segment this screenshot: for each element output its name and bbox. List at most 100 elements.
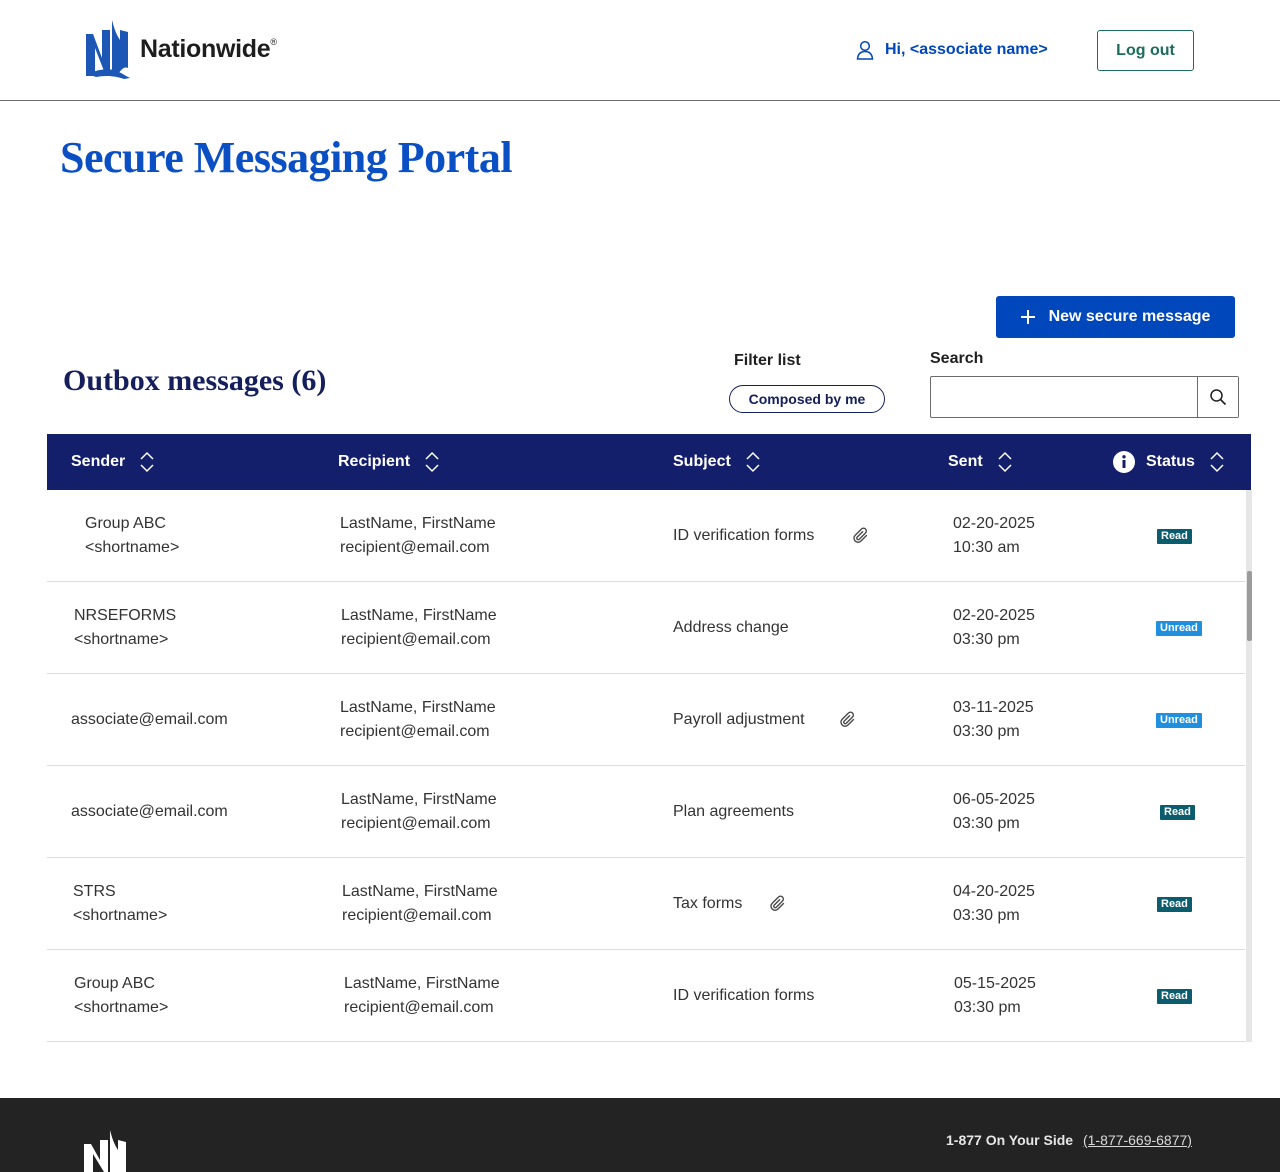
eagle-logo-icon: [86, 20, 130, 79]
status-badge: Read: [1157, 897, 1192, 912]
subject-cell[interactable]: ID verification forms: [673, 524, 814, 548]
sender-cell: Group ABC <shortname>: [85, 512, 179, 560]
search-icon: [1210, 389, 1227, 406]
scrollbar-thumb[interactable]: [1247, 571, 1252, 641]
status-badge: Read: [1160, 805, 1195, 820]
subject-text: ID verification forms: [673, 987, 815, 1004]
table-row[interactable]: NRSEFORMS <shortname> LastName, FirstName r…: [47, 582, 1245, 674]
sent-cell-line: 03:30 pm: [953, 723, 1020, 740]
recipient-cell: LastName, FirstName recipient@email.com: [340, 512, 496, 560]
sort-icon[interactable]: [424, 450, 440, 474]
sender-cell-line: <shortname>: [74, 631, 169, 648]
paperclip-icon: [853, 527, 868, 543]
info-icon[interactable]: [1112, 450, 1136, 474]
search-label: Search: [930, 350, 984, 367]
sent-cell-line: 06-05-2025: [953, 791, 1035, 808]
logout-button[interactable]: Log out: [1097, 30, 1194, 71]
sender-cell-line: STRS: [73, 883, 116, 900]
sent-cell: 03-11-2025 03:30 pm: [953, 696, 1034, 744]
recipient-cell: LastName, FirstName recipient@email.com: [340, 696, 496, 744]
sender-cell-line: Group ABC: [74, 975, 155, 992]
subject-cell[interactable]: Payroll adjustment: [673, 708, 805, 732]
sent-cell-line: 03:30 pm: [953, 631, 1020, 648]
sent-cell-line: 02-20-2025: [953, 607, 1035, 624]
column-header-status[interactable]: Status: [1112, 434, 1225, 490]
outbox-title: Outbox messages (6): [63, 364, 327, 397]
column-label-recipient: Recipient: [338, 453, 411, 470]
recipient-cell-line: LastName, FirstName: [340, 515, 496, 532]
search-button[interactable]: [1197, 377, 1238, 417]
sent-cell-line: 04-20-2025: [953, 883, 1035, 900]
sent-cell-line: 05-15-2025: [954, 975, 1036, 992]
sort-icon[interactable]: [745, 450, 761, 474]
subject-cell[interactable]: ID verification forms: [673, 984, 814, 1008]
sender-cell-line: associate@email.com: [71, 711, 228, 728]
recipient-cell: LastName, FirstName recipient@email.com: [341, 604, 497, 652]
table-row[interactable]: Group ABC <shortname> LastName, FirstName r…: [47, 490, 1245, 582]
status-badge: Read: [1157, 989, 1192, 1004]
subject-cell[interactable]: Plan agreements: [673, 800, 794, 824]
table-row[interactable]: STRS <shortname> LastName, FirstName recipi…: [47, 858, 1245, 950]
paperclip-icon: [770, 895, 785, 911]
recipient-cell-line: LastName, FirstName: [341, 607, 497, 624]
filter-label: Filter list: [734, 352, 801, 369]
table-row[interactable]: Group ABC <shortname> LastName, FirstName r…: [47, 950, 1245, 1042]
new-secure-message-button[interactable]: New secure message: [996, 296, 1235, 338]
search-input[interactable]: [931, 377, 1197, 417]
sender-cell: STRS <shortname>: [73, 880, 167, 928]
sort-icon[interactable]: [997, 450, 1013, 474]
user-greeting[interactable]: Hi, <associate name>: [856, 40, 1048, 60]
sender-cell: Group ABC <shortname>: [74, 972, 168, 1020]
phone-label: 1-877 On Your Side: [946, 1132, 1074, 1148]
subject-cell[interactable]: Tax forms: [673, 892, 742, 916]
column-label-sender: Sender: [71, 453, 126, 470]
logo-wordmark: Nationwide®: [140, 34, 277, 63]
sender-cell-line: <shortname>: [74, 999, 169, 1016]
sender-cell: associate@email.com: [71, 800, 228, 824]
recipient-cell-line: recipient@email.com: [344, 999, 494, 1016]
subject-cell[interactable]: Address change: [673, 616, 789, 640]
search-box: [930, 376, 1239, 418]
status-badge: Unread: [1156, 621, 1202, 636]
sent-cell: 06-05-2025 03:30 pm: [953, 788, 1035, 836]
filter-chip-composed-by-me[interactable]: Composed by me: [729, 385, 885, 413]
sent-cell: 05-15-2025 03:30 pm: [954, 972, 1036, 1020]
sender-cell-line: NRSEFORMS: [74, 607, 177, 624]
site-header: Nationwide® Hi, <associate name> Log out: [0, 0, 1280, 101]
status-badge: Unread: [1156, 713, 1202, 728]
recipient-cell-line: recipient@email.com: [341, 631, 491, 648]
sent-cell-line: 02-20-2025: [953, 515, 1035, 532]
paperclip-icon: [840, 711, 855, 727]
new-message-label: New secure message: [1048, 308, 1211, 325]
page-title: Secure Messaging Portal: [60, 133, 513, 182]
greeting-text: Hi, <associate name>: [885, 41, 1048, 58]
recipient-cell: LastName, FirstName recipient@email.com: [342, 880, 498, 928]
column-label-sent: Sent: [948, 453, 983, 470]
column-header-subject[interactable]: Subject: [673, 434, 761, 490]
sent-cell-line: 03:30 pm: [954, 999, 1021, 1016]
column-header-recipient[interactable]: Recipient: [338, 434, 440, 490]
table-row[interactable]: associate@email.com LastName, FirstName re…: [47, 674, 1245, 766]
subject-text: Payroll adjustment: [673, 711, 805, 728]
recipient-cell-line: recipient@email.com: [341, 815, 491, 832]
sender-cell-line: <shortname>: [73, 907, 168, 924]
table-row[interactable]: associate@email.com LastName, FirstName re…: [47, 766, 1245, 858]
recipient-cell-line: recipient@email.com: [340, 723, 490, 740]
nationwide-logo[interactable]: Nationwide®: [84, 18, 277, 80]
footer-phone: 1-877 On Your Side (1-877-669-6877): [946, 1132, 1192, 1148]
sent-cell: 02-20-2025 03:30 pm: [953, 604, 1035, 652]
sort-icon[interactable]: [1209, 450, 1225, 474]
plus-icon: [1020, 310, 1035, 324]
sender-cell: NRSEFORMS <shortname>: [74, 604, 176, 652]
subject-text: Tax forms: [673, 895, 743, 912]
phone-number-link[interactable]: (1-877-669-6877): [1083, 1132, 1192, 1148]
column-header-sent[interactable]: Sent: [948, 434, 1013, 490]
recipient-cell: LastName, FirstName recipient@email.com: [341, 788, 497, 836]
column-header-sender[interactable]: Sender: [71, 434, 155, 490]
recipient-cell-line: LastName, FirstName: [341, 791, 497, 808]
sender-cell-line: <shortname>: [85, 539, 180, 556]
recipient-cell-line: LastName, FirstName: [342, 883, 498, 900]
sort-icon[interactable]: [139, 450, 155, 474]
footer-logo-icon: [84, 1130, 126, 1172]
sender-cell: associate@email.com: [71, 708, 228, 732]
